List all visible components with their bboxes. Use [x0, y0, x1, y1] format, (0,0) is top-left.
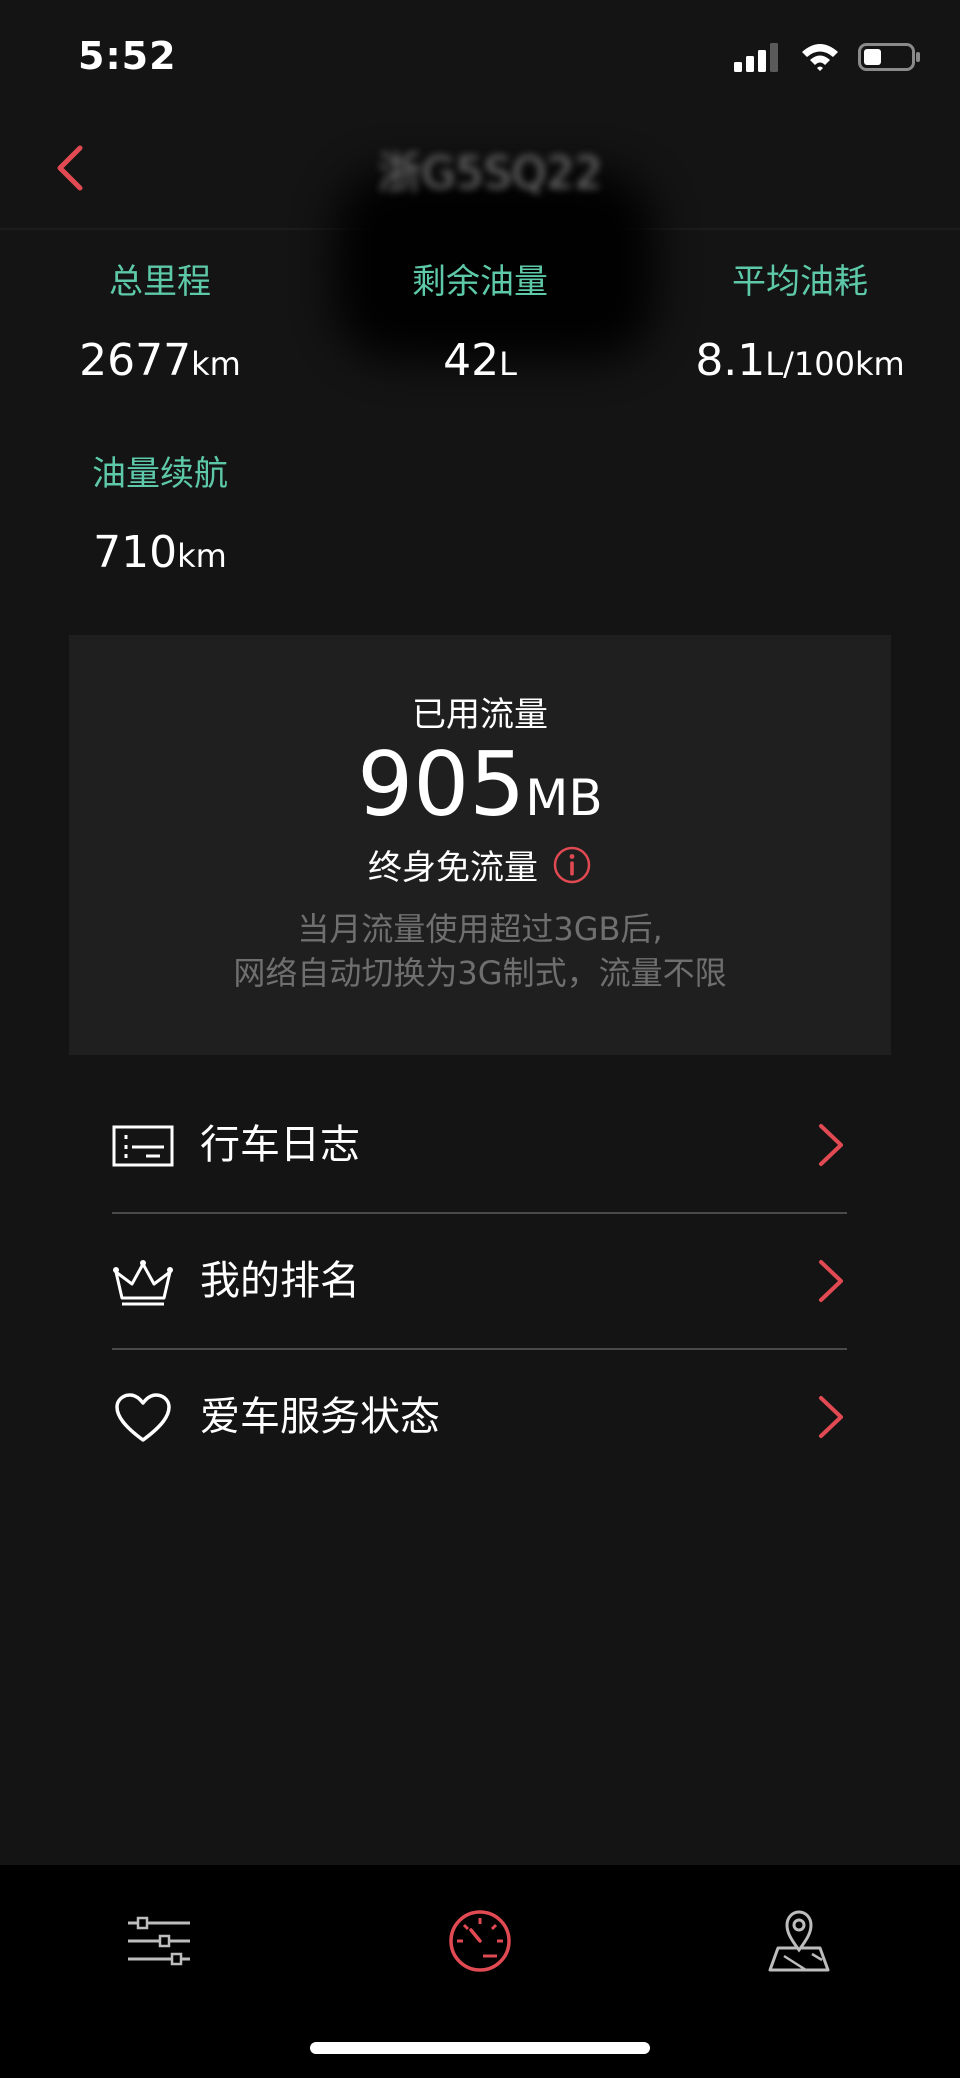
- lifetime-free-data: 终身免流量: [69, 840, 891, 889]
- data-usage-value: 905MB: [357, 733, 603, 836]
- stat-label: 剩余油量: [412, 262, 548, 302]
- data-usage-card: 已用流量 905MB 终身免流量 当月流量使用超过3GB后, 网络自动切换为3G…: [69, 635, 891, 1055]
- stat-remaining-fuel: 剩余油量 42L: [320, 262, 640, 389]
- stat-value: 42L: [443, 335, 517, 386]
- signal-icon: [734, 43, 778, 72]
- tab-dashboard[interactable]: [435, 1901, 525, 1981]
- plate-number-title: 浙G5SQ22: [377, 148, 603, 199]
- chevron-right-icon: [819, 1260, 843, 1302]
- stat-average-consumption: 平均油耗 8.1L/100km: [640, 262, 960, 389]
- tab-settings[interactable]: [114, 1901, 204, 1981]
- menu-label: 行车日志: [200, 1122, 360, 1168]
- menu-label: 爱车服务状态: [200, 1394, 440, 1440]
- menu-item-car-service-status[interactable]: 爱车服务状态: [112, 1350, 847, 1484]
- map-pin-icon: [768, 1910, 830, 1972]
- tab-bar: [0, 1865, 960, 2078]
- stat-value: 710km: [93, 527, 227, 578]
- chevron-right-icon: [819, 1396, 843, 1438]
- menu-item-my-ranking[interactable]: 我的排名: [112, 1214, 847, 1350]
- menu-list: 行车日志 我的排名 爱车服务状态: [112, 1078, 847, 1484]
- wifi-icon: [802, 44, 838, 71]
- battery-icon: [858, 43, 920, 71]
- stat-label: 总里程: [109, 262, 211, 302]
- data-usage-note-line: 当月流量使用超过3GB后,: [297, 910, 663, 948]
- status-time: 5:52: [78, 34, 177, 78]
- stat-label: 平均油耗: [732, 262, 868, 302]
- home-indicator[interactable]: [310, 2042, 650, 2054]
- data-usage-label: 已用流量: [412, 695, 548, 735]
- stat-label: 油量续航: [92, 454, 228, 494]
- tab-map[interactable]: [754, 1901, 844, 1981]
- lifetime-free-label: 终身免流量: [368, 848, 538, 888]
- data-usage-note-line: 网络自动切换为3G制式，流量不限: [233, 954, 727, 992]
- heart-icon: [112, 1388, 174, 1448]
- nav-title-wrap: 浙G5SQ22: [340, 110, 640, 228]
- stat-value: 2677km: [79, 335, 241, 386]
- menu-item-driving-log[interactable]: 行车日志: [112, 1078, 847, 1214]
- speedometer-icon: [449, 1910, 511, 1972]
- nav-bar: 浙G5SQ22: [0, 110, 960, 360]
- status-icons: [734, 42, 922, 72]
- stat-value: 8.1L/100km: [695, 335, 905, 386]
- chevron-left-icon: [57, 145, 83, 191]
- menu-label: 我的排名: [200, 1258, 360, 1304]
- sliders-icon: [128, 1916, 190, 1966]
- status-bar: 5:52: [0, 0, 960, 110]
- info-icon[interactable]: [552, 845, 592, 885]
- data-usage-note: 当月流量使用超过3GB后, 网络自动切换为3G制式，流量不限: [69, 907, 891, 995]
- stat-total-mileage: 总里程 2677km: [0, 262, 320, 389]
- stat-fuel-range: 油量续航 710km: [0, 454, 320, 581]
- crown-icon: [112, 1252, 174, 1312]
- logbook-icon: [112, 1116, 174, 1176]
- chevron-right-icon: [819, 1124, 843, 1166]
- back-button[interactable]: [40, 136, 100, 200]
